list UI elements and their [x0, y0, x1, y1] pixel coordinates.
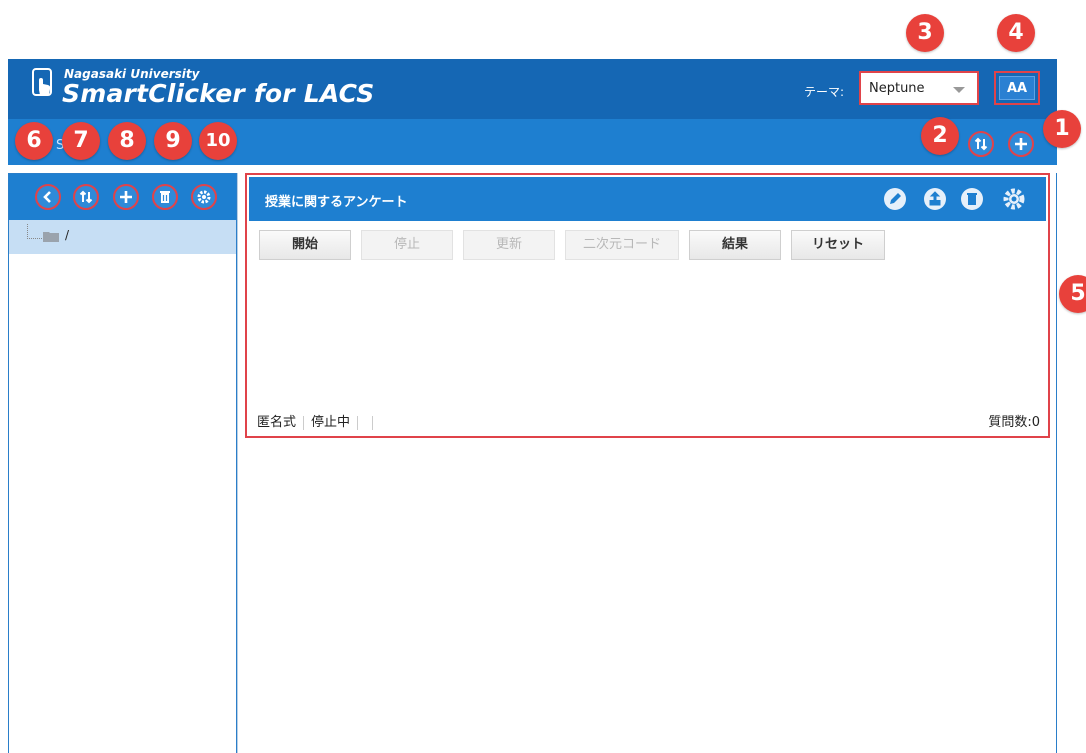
callout-badge-3: 3: [906, 14, 944, 52]
sidebar-settings-button[interactable]: [191, 184, 217, 210]
add-button[interactable]: [1008, 131, 1034, 157]
qr-code-button[interactable]: 二次元コード: [565, 230, 679, 260]
results-button[interactable]: 結果: [689, 230, 781, 260]
status-state: 停止中: [311, 415, 351, 430]
survey-panel-header: 授業に関するアンケート: [249, 177, 1046, 221]
folder-sidebar: /: [8, 173, 237, 753]
tree-item-label: /: [65, 228, 70, 242]
refresh-button[interactable]: 更新: [463, 230, 555, 260]
sort-button[interactable]: [968, 131, 994, 157]
folder-icon: [43, 232, 59, 242]
stop-button[interactable]: 停止: [361, 230, 453, 260]
theme-label: テーマ:: [804, 85, 845, 99]
trash-icon: [160, 191, 170, 203]
sidebar-sort-button[interactable]: [73, 184, 99, 210]
sort-icon: [79, 190, 93, 204]
edit-icon[interactable]: [883, 187, 907, 211]
callout-badge-10: 10: [199, 122, 237, 160]
callout-badge-9: 9: [154, 122, 192, 160]
callout-badge-6: 6: [15, 122, 53, 160]
callout-badge-4: 4: [997, 14, 1035, 52]
status-mode: 匿名式: [257, 415, 297, 430]
gear-icon[interactable]: [1002, 187, 1026, 211]
export-icon[interactable]: [923, 187, 947, 211]
survey-status: 匿名式 停止中: [257, 411, 380, 430]
callout-badge-7: 7: [62, 122, 100, 160]
question-count: 質問数:0: [988, 415, 1040, 430]
gear-icon: [197, 190, 211, 204]
sidebar-delete-button[interactable]: [152, 184, 178, 210]
reset-button[interactable]: リセット: [791, 230, 885, 260]
callout-badge-1: 1: [1043, 110, 1081, 148]
plus-icon: [120, 191, 132, 203]
survey-panel: 授業に関するアンケート 開始 停止 更新 二次元コード 結果 リセット 匿名式停…: [245, 173, 1050, 438]
callout-badge-5: 5: [1059, 275, 1086, 313]
trash-icon[interactable]: [960, 187, 984, 211]
tree-item-root[interactable]: /: [9, 220, 236, 254]
font-size-button-label: AA: [999, 76, 1035, 100]
chevron-left-icon: [43, 191, 51, 203]
app-header: Nagasaki University SmartClicker for LAC…: [8, 59, 1057, 119]
theme-select[interactable]: Neptune: [859, 71, 979, 105]
theme-select-value: Neptune: [869, 81, 925, 96]
back-button[interactable]: [35, 184, 61, 210]
callout-badge-8: 8: [108, 122, 146, 160]
callout-badge-2: 2: [921, 117, 959, 155]
chevron-down-icon: [953, 87, 965, 93]
start-button[interactable]: 開始: [259, 230, 351, 260]
survey-title: 授業に関するアンケート: [265, 195, 408, 210]
font-size-button[interactable]: AA: [994, 71, 1040, 105]
smartphone-touch-icon: [32, 68, 52, 96]
sort-icon: [974, 137, 988, 151]
sidebar-add-button[interactable]: [113, 184, 139, 210]
app-title: SmartClicker for LACS: [62, 79, 375, 108]
plus-icon: [1015, 138, 1027, 150]
tree-connector: [27, 224, 42, 239]
